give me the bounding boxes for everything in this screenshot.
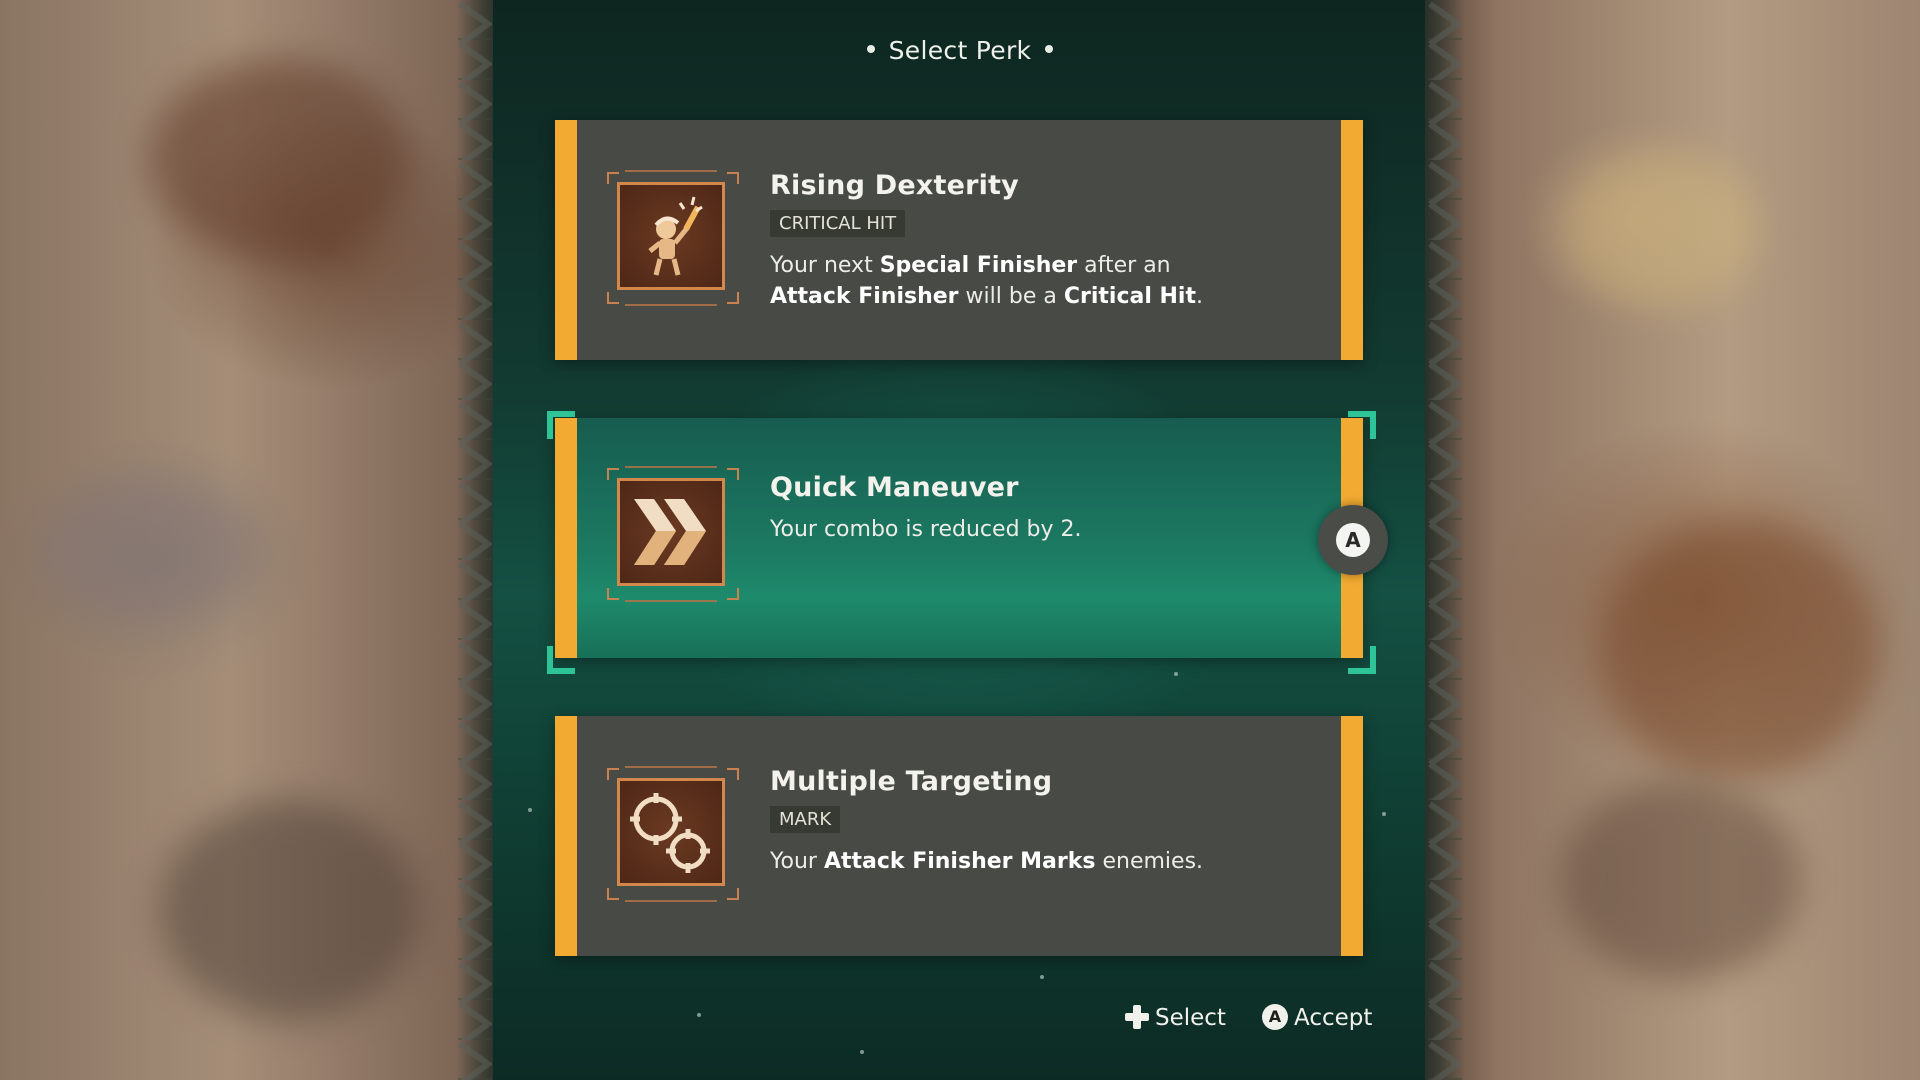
- sparkle: [860, 1050, 864, 1054]
- title-dot-icon: [866, 45, 875, 53]
- perk-icon-frame: [607, 170, 739, 306]
- accept-hint-label: Accept: [1294, 1005, 1373, 1031]
- desc-text: after an: [1077, 253, 1171, 278]
- perk-name: Multiple Targeting: [770, 766, 1053, 797]
- page-title: Select Perk: [0, 36, 1920, 65]
- zigzag-border-right: [1428, 0, 1462, 1080]
- title-text: Select Perk: [888, 36, 1032, 65]
- selection-bracket: [1348, 411, 1376, 439]
- card-accent-bar: [555, 716, 577, 956]
- perk-icon-frame: [607, 466, 739, 602]
- sparkle: [1382, 812, 1386, 816]
- desc-text: .: [1196, 284, 1203, 309]
- dexterity-figure-icon: [648, 196, 703, 276]
- selection-bracket: [1348, 646, 1376, 674]
- selection-bracket: [547, 646, 575, 674]
- perk-name: Rising Dexterity: [770, 170, 1019, 201]
- perk-description: Your next Special Finisher after an Atta…: [770, 250, 1240, 312]
- perk-name: Quick Maneuver: [770, 472, 1019, 503]
- desc-text: enemies.: [1095, 849, 1204, 874]
- card-accent-bar: [1341, 120, 1363, 360]
- perk-description: Your Attack Finisher Marks enemies.: [770, 846, 1240, 877]
- card-accent-bar: [555, 418, 577, 658]
- accept-prompt-badge[interactable]: A: [1318, 505, 1388, 575]
- perk-tag: MARK: [770, 806, 841, 833]
- select-hint-label: Select: [1155, 1005, 1226, 1031]
- sparkle: [1174, 672, 1178, 676]
- background-blur: [150, 60, 410, 260]
- card-accent-bar: [555, 120, 577, 360]
- background-blur: [1600, 520, 1880, 780]
- perk-tag: CRITICAL HIT: [770, 210, 906, 237]
- zigzag-border-left: [458, 0, 492, 1080]
- sparkle: [1040, 975, 1044, 979]
- crosshairs-icon: [630, 793, 710, 873]
- selection-bracket: [547, 411, 575, 439]
- perk-description: Your combo is reduced by 2.: [770, 514, 1240, 545]
- desc-text: Your: [770, 849, 824, 874]
- desc-text: will be a: [958, 284, 1064, 309]
- desc-keyword: Attack Finisher Marks: [823, 849, 1096, 874]
- perk-icon-frame: [607, 766, 739, 902]
- background-blur: [40, 480, 260, 620]
- background-blur: [1560, 150, 1760, 310]
- perk-card-rising-dexterity[interactable]: Rising Dexterity CRITICAL HIT Your next …: [555, 120, 1363, 360]
- background-blur: [160, 800, 420, 1020]
- a-button-icon: A: [1262, 1003, 1288, 1030]
- desc-text: Your next: [770, 253, 880, 278]
- desc-keyword: Attack Finisher: [770, 284, 959, 309]
- dpad-icon: [1125, 1004, 1149, 1029]
- sparkle: [528, 808, 532, 812]
- sparkle: [697, 1013, 701, 1017]
- desc-keyword: Special Finisher: [879, 253, 1078, 278]
- double-chevron-icon: [634, 499, 706, 565]
- perk-card-multiple-targeting[interactable]: Multiple Targeting MARK Your Attack Fini…: [555, 716, 1363, 956]
- desc-text: Your combo is reduced by 2.: [770, 517, 1082, 542]
- title-dot-icon: [1045, 45, 1054, 53]
- a-button-icon: A: [1336, 523, 1370, 557]
- select-hint: Select: [1125, 1004, 1226, 1031]
- desc-keyword: Critical Hit: [1063, 284, 1196, 309]
- perk-card-quick-maneuver[interactable]: Quick Maneuver Your combo is reduced by …: [555, 418, 1363, 658]
- card-accent-bar: [1341, 716, 1363, 956]
- accept-hint[interactable]: A Accept: [1262, 1003, 1373, 1032]
- background-blur: [1560, 780, 1800, 980]
